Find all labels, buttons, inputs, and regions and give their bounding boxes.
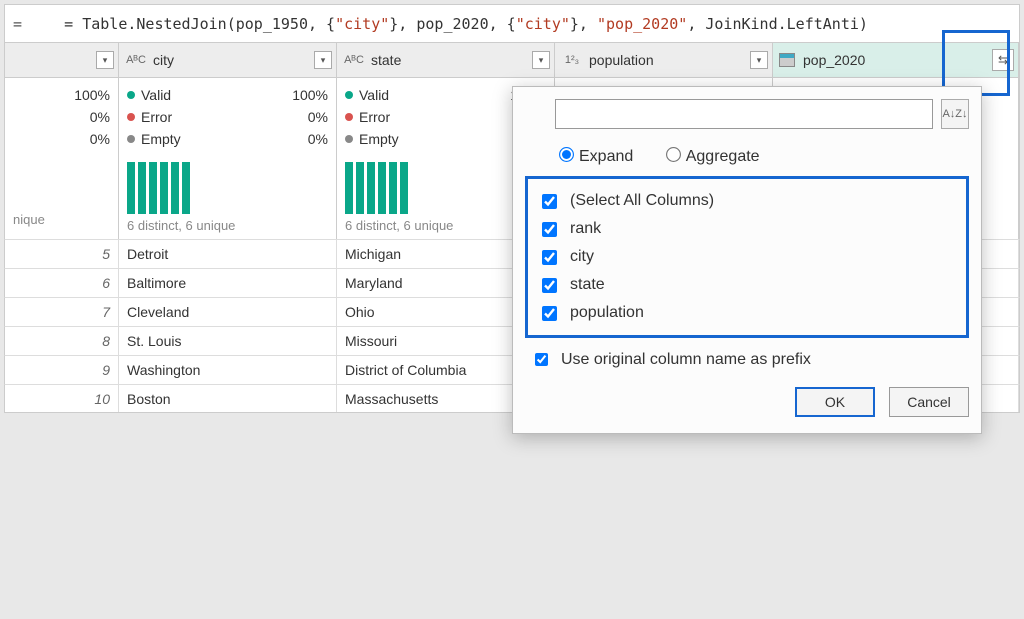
mode-aggregate-radio[interactable]: Aggregate xyxy=(662,148,760,165)
formula-bar[interactable]: = = Table.NestedJoin(pop_1950, {"city"},… xyxy=(4,4,1020,44)
column-label: state xyxy=(371,52,401,68)
cell-rank: 5 xyxy=(5,240,119,268)
column-label: pop_2020 xyxy=(803,52,865,68)
use-prefix-checkbox[interactable]: Use original column name as prefix xyxy=(531,350,969,369)
filter-dropdown-icon[interactable]: ▾ xyxy=(96,51,114,69)
ok-button[interactable]: OK xyxy=(795,387,875,417)
select-all-columns-checkbox[interactable]: (Select All Columns) xyxy=(538,187,956,215)
text-type-icon: AᴮC xyxy=(125,51,147,69)
expand-column-popup: A↓Z↓ Expand Aggregate (Select All Column… xyxy=(512,86,982,434)
cell-city: St. Louis xyxy=(119,327,337,355)
column-checkbox-rank[interactable]: rank xyxy=(538,215,956,243)
filter-dropdown-icon[interactable]: ▾ xyxy=(750,51,768,69)
cell-city: Cleveland xyxy=(119,298,337,326)
expand-column-button[interactable]: ⇆ xyxy=(992,49,1014,71)
distribution-bars-icon xyxy=(127,156,328,214)
text-type-icon: AᴮC xyxy=(343,51,365,69)
cell-rank: 6 xyxy=(5,269,119,297)
cell-rank: 8 xyxy=(5,327,119,355)
number-type-icon: 1²₃ xyxy=(561,51,583,69)
columns-selection-box: (Select All Columns) rankcitystatepopula… xyxy=(525,176,969,338)
cell-rank: 10 xyxy=(5,385,119,412)
column-checkbox-population[interactable]: population xyxy=(538,299,956,327)
filter-dropdown-icon[interactable]: ▾ xyxy=(314,51,332,69)
sort-button[interactable]: A↓Z↓ xyxy=(941,99,969,129)
profile-rank: 100% 0% 0% nique xyxy=(5,78,119,239)
column-checkbox-state[interactable]: state xyxy=(538,271,956,299)
column-header-city[interactable]: AᴮC city ▾ xyxy=(119,43,337,77)
filter-dropdown-icon[interactable]: ▾ xyxy=(532,51,550,69)
column-label: population xyxy=(589,52,654,68)
cell-city: Baltimore xyxy=(119,269,337,297)
cell-rank: 7 xyxy=(5,298,119,326)
cell-city: Boston xyxy=(119,385,337,412)
mode-expand-radio[interactable]: Expand xyxy=(555,148,633,165)
column-header-population[interactable]: 1²₃ population ▾ xyxy=(555,43,773,77)
column-search-input[interactable] xyxy=(555,99,933,129)
column-headers: ▾ AᴮC city ▾ AᴮC state ▾ 1²₃ population … xyxy=(4,42,1020,78)
table-type-icon xyxy=(779,53,795,67)
column-label: city xyxy=(153,52,174,68)
cell-rank: 9 xyxy=(5,356,119,384)
cell-city: Washington xyxy=(119,356,337,384)
column-header-pop2020[interactable]: pop_2020 ⇆ xyxy=(773,43,1019,77)
cell-city: Detroit xyxy=(119,240,337,268)
cancel-button[interactable]: Cancel xyxy=(889,387,969,417)
column-header-state[interactable]: AᴮC state ▾ xyxy=(337,43,555,77)
column-checkbox-city[interactable]: city xyxy=(538,243,956,271)
profile-city: Valid Error Empty 100% 0% 0% 6 distinct,… xyxy=(119,78,337,239)
column-header-rank[interactable]: ▾ xyxy=(5,43,119,77)
